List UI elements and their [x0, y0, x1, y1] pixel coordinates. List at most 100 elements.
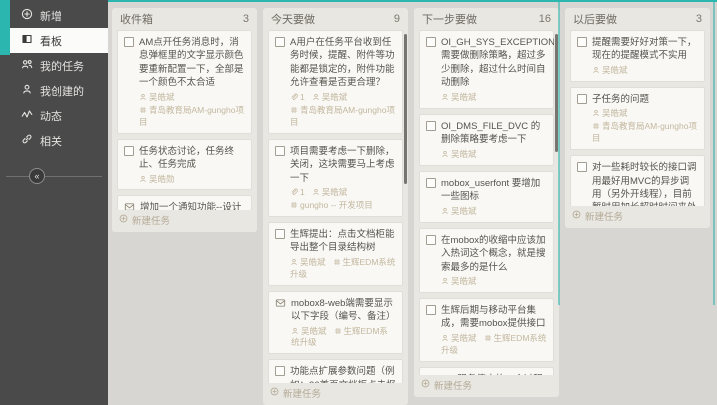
- task-checkbox[interactable]: [426, 235, 436, 245]
- task-card[interactable]: mobox_userfont 要增加一些图标吴皓斌: [419, 171, 554, 223]
- sidebar-item-related[interactable]: 相关: [0, 128, 108, 153]
- divider: [6, 176, 102, 177]
- person-icon: [441, 206, 451, 216]
- task-meta: 1吴皓斌青岛教育局AM-gungho项目: [290, 92, 396, 129]
- task-meta: 吴皓斌青岛教育局AM-gungho项目: [139, 92, 245, 129]
- task-body: 生辉提出：点击文档柜能导出整个目录结构树吴皓斌生辉EDM系统升级: [290, 228, 396, 281]
- task-card[interactable]: AM点开任务消息时，消息弹框里的文字显示颜色要重新配置一下，全部是一个颜色不太合…: [117, 30, 252, 134]
- task-card[interactable]: OI_DMS_FILE_DVC 的删除策略要考虑一下吴皓斌: [419, 114, 554, 166]
- attachment-count: 1: [290, 187, 305, 197]
- task-card[interactable]: 功能点扩展参数问题（例如：26首页文档柜点击报错）陈志武: [268, 359, 403, 383]
- new-task-button[interactable]: 新建任务: [268, 385, 403, 400]
- meta-line: 吴皓勋: [139, 174, 245, 186]
- paperclip-icon: [290, 92, 300, 102]
- sidebar-item-label: 相关: [40, 133, 62, 149]
- task-body: OI_DMS_FILE_DVC 的删除策略要考虑一下吴皓斌: [441, 120, 547, 161]
- meta-text: 青岛教育局AM-gungho项目: [290, 105, 395, 127]
- task-card[interactable]: 增加一个通知功能--设计吴皓斌NetDisk网盘及文档管理---改进开发商品化: [117, 195, 252, 210]
- task-checkbox[interactable]: [426, 37, 436, 47]
- task-title: A用户在任务平台收到任务时候，提醒、附件等功能都是锁定的，附件功能允许查看是否更…: [290, 36, 396, 90]
- sidebar-item-label: 我创建的: [40, 83, 84, 99]
- project-name: gungho -- 开发项目: [290, 200, 373, 210]
- task-checkbox[interactable]: [426, 178, 436, 188]
- sidebar-collapse-toggle[interactable]: «: [29, 168, 45, 184]
- meta-line: 吴皓斌: [139, 92, 245, 104]
- task-checkbox[interactable]: [124, 37, 134, 47]
- task-title: 提醒需要好好对策一下，现在的提醒模式不实用: [592, 36, 698, 63]
- task-checkbox[interactable]: [577, 94, 587, 104]
- task-card[interactable]: 对一些耗时较长的接口调用最好用MVC的异步调用（另外开线程），目前暂时用加长超时…: [570, 155, 705, 206]
- task-card[interactable]: 生辉提出：点击文档柜能导出整个目录结构树吴皓斌生辉EDM系统升级: [268, 222, 403, 286]
- sidebar-item-add[interactable]: 新增: [0, 3, 108, 28]
- task-checkbox[interactable]: [275, 146, 285, 156]
- column-header: 收件箱3: [117, 8, 252, 30]
- task-card[interactable]: 生辉后期与移动平台集成，需要mobox提供接口吴皓斌生辉EDM系统升级: [419, 298, 554, 362]
- top-accent-line: [108, 0, 717, 2]
- person-icon: [441, 92, 451, 102]
- meta-line: 1吴皓斌: [290, 92, 396, 104]
- new-task-button[interactable]: 新建任务: [419, 377, 554, 392]
- link-icon: [21, 133, 33, 148]
- sidebar-item-kanban[interactable]: 看板: [10, 28, 108, 53]
- meta-text: 吴皓斌: [322, 92, 348, 102]
- column-header: 以后要做3: [570, 8, 705, 30]
- task-card[interactable]: 项目需要考虑一下删除，关闭，这块需要马上考虑一下 1 吴皓斌 gungho -- 开发…: [268, 139, 403, 217]
- meta-line: 青岛教育局AM-gungho项目: [139, 105, 245, 129]
- task-checkbox[interactable]: [275, 366, 285, 376]
- sidebar-nav: 新增看板我的任务我创建的动态相关: [0, 0, 108, 153]
- board-scroll-track: [713, 0, 715, 305]
- task-checkbox[interactable]: [124, 146, 134, 156]
- column-title: 以后要做: [573, 11, 617, 27]
- meta-line: 吴皓斌: [592, 65, 698, 77]
- project-icon: [290, 105, 300, 115]
- column-scrollbar[interactable]: [404, 34, 407, 184]
- kanban-icon: [21, 33, 33, 48]
- task-checkbox[interactable]: [577, 162, 587, 172]
- task-meta: 吴皓斌生辉EDM系统升级: [290, 257, 396, 281]
- card-list: OI_GH_SYS_EXCEPTION 需要做删除策略，超过多少删除，超过什么时…: [419, 30, 554, 375]
- card-list: AM点开任务消息时，消息弹框里的文字显示颜色要重新配置一下，全部是一个颜色不太合…: [117, 30, 252, 210]
- project-name: 青岛教育局AM-gungho项目: [139, 105, 244, 127]
- task-title: 子任务的问题: [592, 93, 698, 106]
- task-card[interactable]: 任务状态讨论，任务终止、任务完成吴皓勋: [117, 139, 252, 191]
- task-meta: 1 吴皓斌 gungho -- 开发项目: [290, 187, 396, 212]
- task-checkbox[interactable]: [426, 121, 436, 131]
- person-icon: [139, 92, 149, 102]
- task-title: 项目需要考虑一下删除，关闭，这块需要马上考虑一下: [290, 145, 396, 185]
- task-card[interactable]: OI_GH_SYS_EXCEPTION 需要做删除策略，超过多少删除，超过什么时…: [419, 30, 554, 109]
- project-icon: [484, 333, 494, 343]
- task-checkbox[interactable]: [577, 37, 587, 47]
- column-title: 收件箱: [120, 11, 153, 27]
- plus-circle-icon: [270, 387, 279, 399]
- task-card[interactable]: solr服务停止的一个过程描述吴皓斌锦江DMS项目: [419, 367, 554, 375]
- assignee-name: 吴皓勋: [139, 174, 175, 184]
- new-task-button[interactable]: 新建任务: [570, 208, 705, 223]
- task-card[interactable]: A用户在任务平台收到任务时候，提醒、附件等功能都是锁定的，附件功能允许查看是否更…: [268, 30, 403, 134]
- project-icon: [334, 326, 344, 336]
- task-card[interactable]: 在mobox的收缩中应该加入热词这个概念，就是搜索最多的是什么吴皓斌: [419, 228, 554, 293]
- sidebar-item-label: 我的任务: [40, 58, 84, 74]
- task-checkbox[interactable]: [275, 229, 285, 239]
- plus-circle-icon: [572, 210, 581, 222]
- task-checkbox[interactable]: [426, 305, 436, 315]
- sidebar-item-created-by-me[interactable]: 我创建的: [0, 78, 108, 103]
- sidebar-item-my-tasks[interactable]: 我的任务: [0, 53, 108, 78]
- sidebar-item-label: 动态: [40, 108, 62, 124]
- meta-text: 吴皓斌: [300, 257, 326, 267]
- task-checkbox[interactable]: [275, 37, 285, 47]
- board-column: 今天要做9A用户在任务平台收到任务时候，提醒、附件等功能都是锁定的，附件功能允许…: [263, 8, 408, 405]
- task-title: OI_DMS_FILE_DVC 的删除策略要考虑一下: [441, 120, 547, 147]
- person-icon: [312, 187, 322, 197]
- new-task-button[interactable]: 新建任务: [117, 212, 252, 227]
- sidebar-item-label: 看板: [40, 33, 62, 49]
- task-title: 在mobox的收缩中应该加入热词这个概念，就是搜索最多的是什么: [441, 234, 547, 274]
- sidebar: 新增看板我的任务我创建的动态相关 «: [0, 0, 108, 405]
- meta-text: 吴皓斌: [322, 187, 348, 197]
- task-card[interactable]: 子任务的问题吴皓斌青岛教育局AM-gungho项目: [570, 87, 705, 150]
- project-icon: [333, 257, 343, 267]
- task-card[interactable]: mobox8-web端需要显示以下字段（编号、备注）吴皓斌生辉EDM系统升级: [268, 291, 403, 355]
- sidebar-item-activity[interactable]: 动态: [0, 103, 108, 128]
- column-title: 今天要做: [271, 11, 315, 27]
- task-card[interactable]: 提醒需要好好对策一下，现在的提醒模式不实用吴皓斌: [570, 30, 705, 82]
- new-task-label: 新建任务: [434, 378, 472, 392]
